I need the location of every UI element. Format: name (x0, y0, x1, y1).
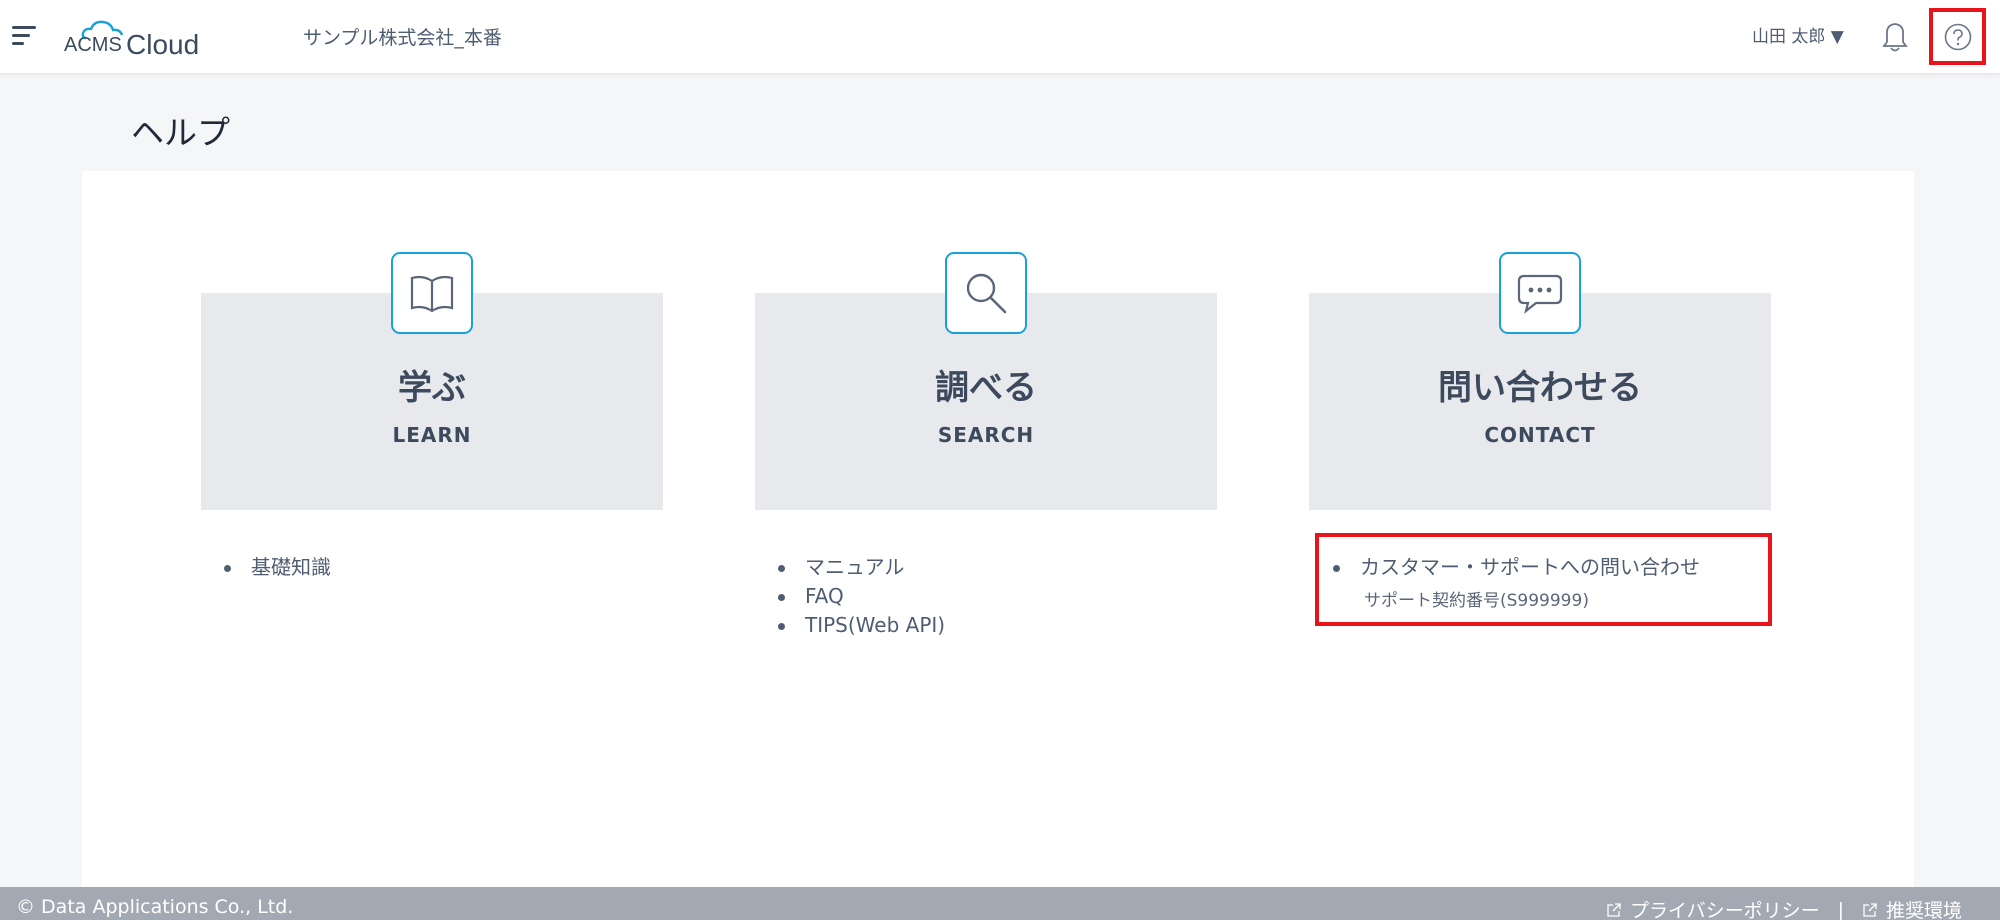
contact-subtitle: CONTACT (1484, 423, 1596, 447)
user-menu[interactable]: 山田 太郎 ▼ (1752, 22, 1844, 47)
company-name: サンプル株式会社_本番 (303, 27, 502, 49)
list-item: 基礎知識 (221, 553, 331, 582)
external-link-icon (1863, 902, 1877, 917)
page-title: ヘルプ (131, 113, 230, 152)
footer: © Data Applications Co., Ltd. プライバシーポリシー… (0, 887, 2000, 920)
top-header: ACMS Cloud サンプル株式会社_本番 山田 太郎 ▼ (0, 0, 2000, 74)
help-button[interactable] (1929, 8, 1986, 65)
help-question-icon (1944, 23, 1971, 50)
faq-link[interactable]: FAQ (805, 584, 844, 608)
contact-links: カスタマー・サポートへの問い合わせ (1330, 553, 1700, 582)
manual-link[interactable]: マニュアル (805, 555, 904, 579)
list-item: カスタマー・サポートへの問い合わせ (1330, 553, 1700, 582)
acms-cloud-logo[interactable]: ACMS Cloud (62, 14, 202, 60)
list-item: FAQ (775, 582, 945, 611)
learn-subtitle: LEARN (392, 423, 472, 447)
book-icon (391, 252, 473, 334)
bell-icon[interactable] (1880, 20, 1910, 54)
customer-support-link[interactable]: カスタマー・サポートへの問い合わせ (1360, 555, 1700, 579)
menu-icon[interactable] (12, 26, 40, 48)
learn-links: 基礎知識 (221, 553, 331, 582)
search-icon (945, 252, 1027, 334)
privacy-policy-link[interactable]: プライバシーポリシー (1630, 896, 1820, 920)
search-subtitle: SEARCH (937, 423, 1035, 447)
copyright: © Data Applications Co., Ltd. (16, 896, 294, 918)
footer-separator: | (1837, 898, 1844, 920)
tips-link[interactable]: TIPS(Web API) (805, 613, 945, 637)
list-item: TIPS(Web API) (775, 611, 945, 640)
external-link-icon (1607, 902, 1621, 917)
logo-cloud-text: Cloud (126, 29, 200, 60)
search-links: マニュアル FAQ TIPS(Web API) (775, 553, 945, 640)
learn-title: 学ぶ (398, 368, 466, 408)
footer-links: プライバシーポリシー | 推奨環境 (1606, 896, 1962, 920)
chat-bubble-icon (1499, 252, 1581, 334)
support-contract-number: サポート契約番号(S999999) (1364, 591, 1589, 611)
logo-acms-text: ACMS (64, 34, 122, 56)
basic-knowledge-link[interactable]: 基礎知識 (251, 555, 331, 579)
recommended-environment-link[interactable]: 推奨環境 (1886, 896, 1962, 920)
list-item: マニュアル (775, 553, 945, 582)
search-title: 調べる (935, 368, 1037, 408)
contact-title: 問い合わせる (1438, 368, 1642, 408)
